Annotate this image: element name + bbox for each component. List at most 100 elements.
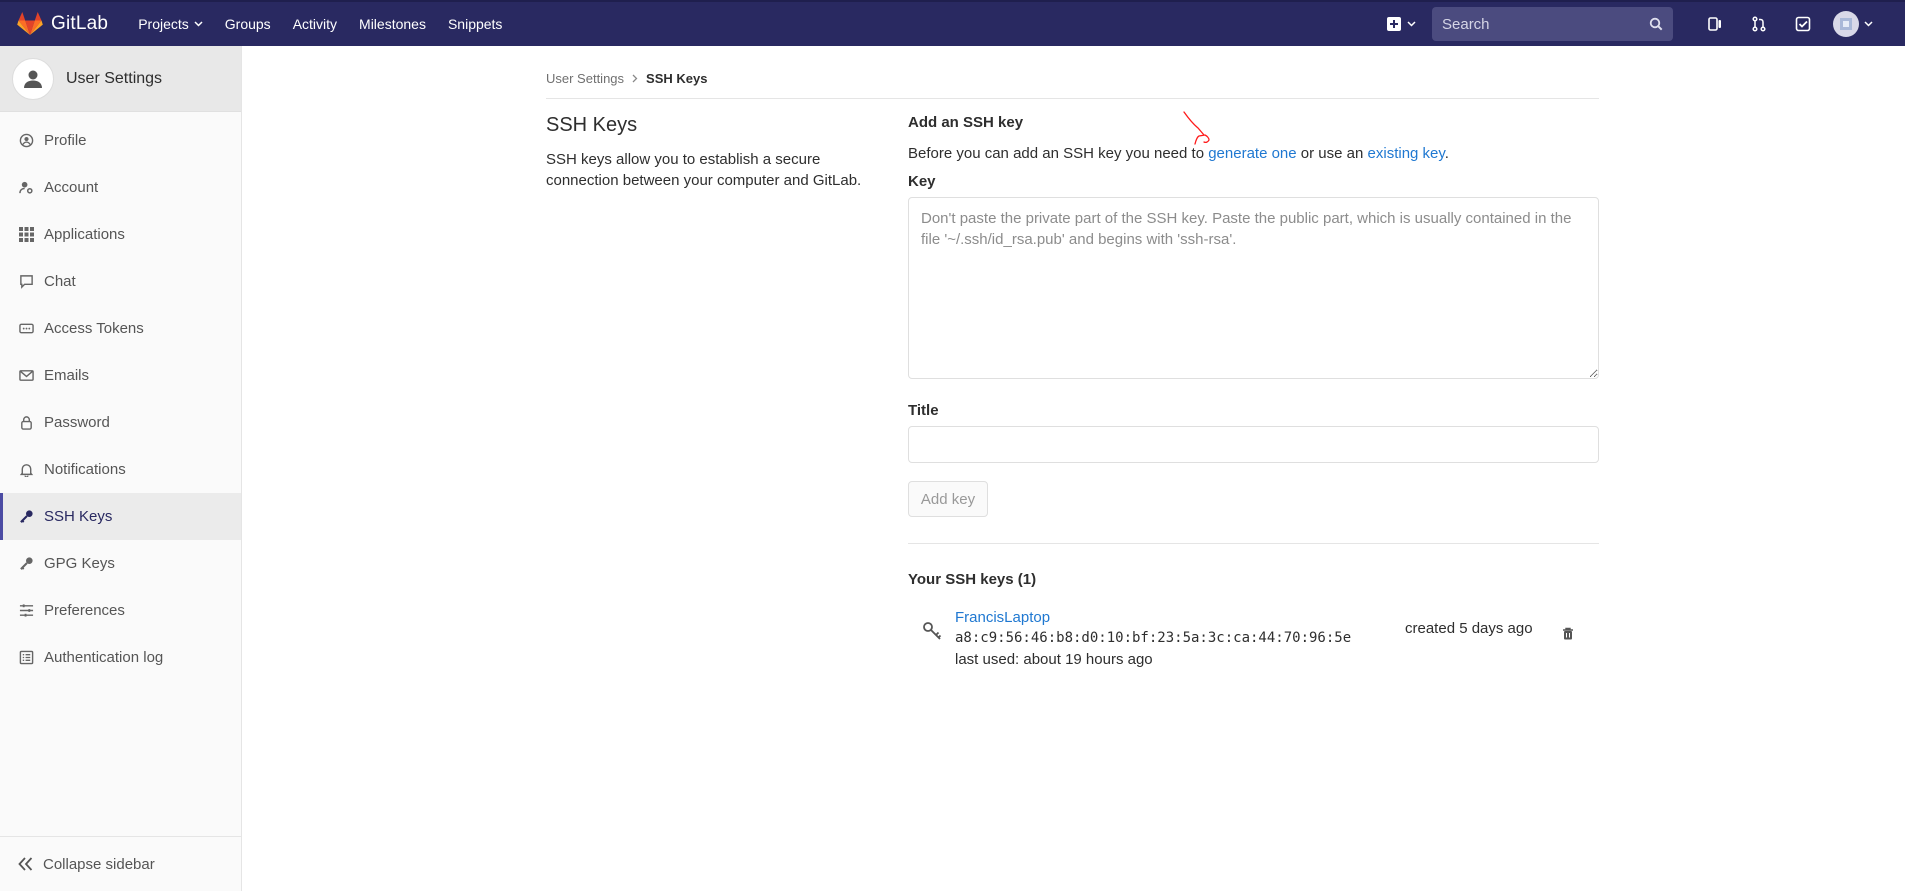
- section-divider: [908, 543, 1599, 544]
- breadcrumb-ssh-keys[interactable]: SSH Keys: [646, 71, 707, 86]
- user-avatar: [1833, 11, 1859, 37]
- issues-icon: [1708, 17, 1721, 31]
- ssh-key-last-used: last used: about 19 hours ago: [955, 651, 1153, 668]
- sidebar-item-profile[interactable]: Profile: [0, 117, 241, 164]
- delete-key-button[interactable]: [1558, 623, 1578, 643]
- nav-projects-label: Projects: [138, 16, 189, 32]
- settings-sidebar: User Settings Profile Account Applicatio…: [0, 46, 242, 891]
- nav-snippets[interactable]: Snippets: [448, 16, 502, 32]
- key-icon: [19, 510, 33, 523]
- user-menu-dropdown[interactable]: [1833, 11, 1873, 37]
- user-icon: [24, 70, 42, 88]
- list-icon: [19, 650, 33, 665]
- help-text-suffix: .: [1444, 145, 1449, 162]
- sidebar-item-label: Profile: [44, 132, 87, 149]
- chat-icon: [19, 275, 33, 289]
- access-tokens-icon: [18, 323, 34, 334]
- ssh-key-title-link[interactable]: FrancisLaptop: [955, 607, 1351, 628]
- sidebar-item-authentication-log[interactable]: Authentication log: [0, 634, 241, 681]
- help-text-middle: or use an: [1296, 145, 1368, 162]
- sliders-icon: [19, 604, 33, 617]
- todo-check-icon: [1795, 16, 1811, 32]
- help-text-prefix: Before you can add an SSH key you need t…: [908, 145, 1209, 162]
- sidebar-item-label: Emails: [44, 367, 90, 384]
- gitlab-home-link[interactable]: GitLab: [17, 12, 108, 36]
- ssh-key-help-text: Before you can add an SSH key you need t…: [908, 145, 1599, 162]
- key-icon: [19, 557, 33, 570]
- applications-icon: [18, 227, 34, 242]
- lock-icon: [20, 416, 32, 430]
- ssh-key-list-item: FrancisLaptop a8:c9:56:46:b8:d0:10:bf:23…: [908, 607, 1599, 669]
- sidebar-item-password[interactable]: Password: [0, 399, 241, 446]
- sidebar-item-label: Chat: [44, 273, 76, 290]
- sidebar-item-notifications[interactable]: Notifications: [0, 446, 241, 493]
- add-ssh-key-heading: Add an SSH key: [908, 114, 1024, 131]
- sidebar-item-label: Account: [44, 179, 99, 196]
- plus-square-icon: [1387, 17, 1401, 31]
- brand-name: GitLab: [51, 13, 109, 34]
- sidebar-item-label: Applications: [44, 226, 125, 243]
- nav-milestones[interactable]: Milestones: [359, 16, 426, 32]
- existing-key-link[interactable]: existing key: [1368, 145, 1445, 162]
- search-box: [1432, 7, 1673, 41]
- sidebar-item-label: Access Tokens: [44, 320, 144, 337]
- nav-projects[interactable]: Projects: [138, 16, 203, 32]
- search-input[interactable]: [1442, 15, 1649, 33]
- sidebar-title: User Settings: [66, 69, 163, 87]
- ssh-key-created: created 5 days ago: [1405, 620, 1533, 637]
- chevron-down-icon: [1407, 21, 1416, 27]
- sidebar-item-account[interactable]: Account: [0, 164, 241, 211]
- trash-icon: [1563, 627, 1573, 639]
- todos-button[interactable]: [1781, 2, 1825, 46]
- intro-section: SSH Keys SSH keys allow you to establish…: [546, 114, 876, 191]
- double-chevron-left-icon: [18, 857, 33, 871]
- key-field-label: Key: [908, 173, 936, 190]
- sidebar-item-label: Preferences: [44, 602, 125, 619]
- generate-one-link[interactable]: generate one: [1208, 145, 1296, 162]
- avatar-pattern-icon: [1840, 18, 1852, 30]
- new-item-dropdown[interactable]: [1386, 16, 1416, 32]
- nav-activity[interactable]: Activity: [293, 16, 337, 32]
- sidebar-item-gpg-keys[interactable]: GPG Keys: [0, 540, 241, 587]
- sidebar-item-label: Notifications: [44, 461, 126, 478]
- add-key-button[interactable]: Add key: [908, 481, 988, 517]
- key-icon: [923, 622, 942, 640]
- account-icon: [18, 181, 33, 194]
- chevron-down-icon: [1864, 21, 1873, 27]
- ssh-key-textarea[interactable]: [908, 197, 1599, 379]
- sidebar-item-applications[interactable]: Applications: [0, 211, 241, 258]
- sidebar-item-ssh-keys[interactable]: SSH Keys: [0, 493, 241, 540]
- merge-request-icon: [1752, 16, 1766, 32]
- sidebar-item-access-tokens[interactable]: Access Tokens: [0, 305, 241, 352]
- ssh-key-form-section: Add an SSH key Before you can add an SSH…: [908, 114, 1599, 669]
- sidebar-item-chat[interactable]: Chat: [0, 258, 241, 305]
- profile-icon: [19, 133, 33, 148]
- your-ssh-keys-heading: Your SSH keys (1): [908, 571, 1037, 588]
- ssh-key-fingerprint: a8:c9:56:46:b8:d0:10:bf:23:5a:3c:ca:44:7…: [955, 630, 1352, 646]
- merge-requests-button[interactable]: [1737, 2, 1781, 46]
- user-avatar: [12, 57, 54, 100]
- sidebar-item-label: SSH Keys: [44, 508, 113, 525]
- gitlab-logo-icon: [17, 12, 43, 35]
- bell-icon: [19, 464, 33, 477]
- chevron-down-icon: [194, 21, 203, 27]
- sidebar-item-label: Authentication log: [44, 649, 164, 666]
- chevron-right-icon: [632, 74, 638, 83]
- title-input[interactable]: [908, 426, 1599, 463]
- sidebar-item-label: GPG Keys: [44, 555, 115, 572]
- top-navbar: GitLab Projects Groups Activity Mileston…: [0, 0, 1905, 46]
- issues-button[interactable]: [1693, 2, 1737, 46]
- search-icon: [1649, 17, 1663, 31]
- sidebar-item-label: Password: [44, 414, 110, 431]
- page-title: SSH Keys: [546, 114, 638, 136]
- page-description: SSH keys allow you to establish a secure…: [546, 151, 862, 189]
- collapse-sidebar-button[interactable]: Collapse sidebar: [0, 836, 241, 891]
- sidebar-item-preferences[interactable]: Preferences: [0, 587, 241, 634]
- title-field-label: Title: [908, 402, 939, 419]
- nav-groups[interactable]: Groups: [225, 16, 271, 32]
- breadcrumb: User Settings SSH Keys: [546, 62, 1599, 99]
- sidebar-header[interactable]: User Settings: [0, 46, 241, 112]
- collapse-sidebar-label: Collapse sidebar: [43, 855, 155, 873]
- breadcrumb-user-settings[interactable]: User Settings: [546, 71, 624, 86]
- sidebar-item-emails[interactable]: Emails: [0, 352, 241, 399]
